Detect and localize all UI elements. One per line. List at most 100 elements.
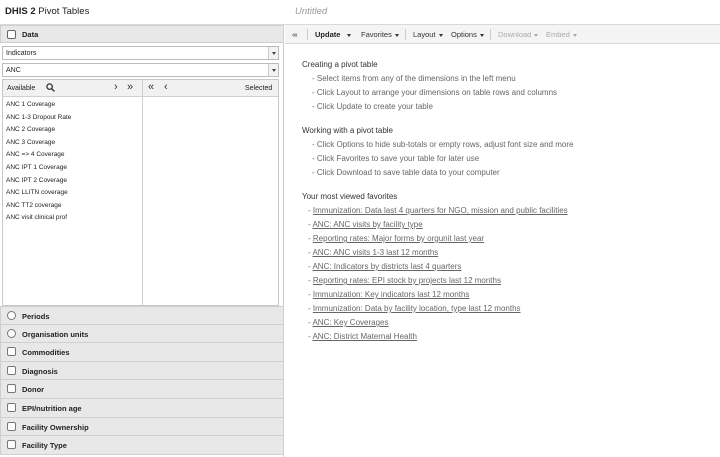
move-all-right-button[interactable]: » bbox=[127, 81, 133, 94]
options-menu[interactable]: Options bbox=[451, 30, 484, 39]
group-value: ANC bbox=[6, 67, 21, 74]
help-item: - Click Favorites to save your table for… bbox=[312, 154, 480, 163]
favorite-link[interactable]: ANC: ANC visits by facility type bbox=[312, 220, 422, 229]
data-type-value: Indicators bbox=[6, 50, 37, 57]
chevron-down-icon[interactable] bbox=[268, 47, 278, 59]
document-title: Untitled bbox=[295, 6, 328, 17]
help-item: - Click Layout to arrange your dimension… bbox=[312, 88, 558, 97]
favorite-link[interactable]: ANC: ANC visits 1-3 last 12 months bbox=[312, 248, 438, 257]
dimension-icon bbox=[7, 402, 16, 412]
dimension-list: Periods Organisation units Commodities Diag… bbox=[0, 306, 284, 455]
dimension-icon bbox=[7, 440, 16, 450]
help-item: - Click Update to create your table bbox=[312, 102, 433, 111]
dimension-label: Periods bbox=[22, 312, 50, 321]
caret-down-icon bbox=[347, 33, 351, 37]
list-item[interactable]: ANC TT2 coverage bbox=[6, 200, 140, 213]
data-icon bbox=[7, 30, 16, 39]
layout-menu[interactable]: Layout bbox=[413, 30, 443, 39]
list-item[interactable]: ANC IPT 2 Coverage bbox=[6, 175, 140, 188]
dimension-header[interactable]: Diagnosis bbox=[0, 361, 284, 381]
header-bar: DHIS 2 Pivot Tables Untitled bbox=[0, 0, 720, 25]
dimension-header[interactable]: Donor bbox=[0, 380, 284, 399]
dual-list-selector: Available › » « ‹ Selected ANC 1 Coverag… bbox=[2, 79, 279, 306]
favorite-item: - ANC: Indicators by districts last 4 qu… bbox=[308, 262, 462, 271]
welcome-content: Creating a pivot table - Select items fr… bbox=[302, 60, 712, 346]
favorite-item: - ANC: ANC visits by facility type bbox=[308, 220, 423, 229]
caret-down-icon bbox=[394, 33, 399, 37]
caret-down-icon bbox=[438, 33, 443, 37]
dimension-header[interactable]: Periods bbox=[0, 306, 284, 325]
favorite-item: - Immunization: Key indicators last 12 m… bbox=[308, 290, 470, 299]
dimension-header[interactable]: Organisation units bbox=[0, 324, 284, 344]
embed-menu[interactable]: Embed bbox=[546, 30, 577, 39]
list-item[interactable]: ANC LLITN coverage bbox=[6, 187, 140, 200]
favorite-item: - Reporting rates: Major forms by orguni… bbox=[308, 234, 485, 243]
left-panel: Data Indicators ANC Available › » « ‹ Se… bbox=[0, 25, 284, 457]
update-menu-caret[interactable] bbox=[344, 30, 351, 39]
dimension-header[interactable]: Commodities bbox=[0, 343, 284, 362]
dimension-label: Diagnosis bbox=[22, 366, 58, 376]
dimension-icon bbox=[7, 365, 16, 375]
chevron-down-icon[interactable] bbox=[268, 64, 278, 76]
caret-down-icon bbox=[534, 33, 539, 37]
data-panel-header[interactable]: Data bbox=[0, 25, 284, 43]
available-list: ANC 1 Coverage ANC 1-3 Dropout Rate ANC 2 … bbox=[6, 99, 140, 225]
download-menu[interactable]: Download bbox=[498, 30, 539, 39]
section-title: Working with a pivot table bbox=[302, 126, 394, 135]
data-type-select[interactable]: Indicators bbox=[2, 46, 279, 60]
favorite-item: - Immunization: Data last 4 quarters for… bbox=[308, 206, 568, 215]
app-title: DHIS 2 Pivot Tables bbox=[5, 6, 90, 17]
update-button[interactable]: Update bbox=[315, 30, 340, 39]
list-item[interactable]: ANC 1 Coverage bbox=[6, 99, 140, 112]
favorite-link[interactable]: ANC: Key Coverages bbox=[312, 318, 388, 327]
data-panel-title: Data bbox=[22, 30, 39, 39]
dimension-header[interactable]: EPI/nutrition age bbox=[0, 398, 284, 418]
favorite-item: - ANC: ANC visits 1-3 last 12 months bbox=[308, 248, 439, 257]
dimension-label: Facility Ownership bbox=[22, 422, 89, 432]
dimension-label: Facility Type bbox=[22, 441, 67, 451]
move-left-button[interactable]: ‹ bbox=[164, 81, 168, 94]
list-item[interactable]: ANC 3 Coverage bbox=[6, 137, 140, 150]
list-item[interactable]: ANC 2 Coverage bbox=[6, 124, 140, 137]
toolbar-separator bbox=[405, 29, 406, 40]
collapse-panel-button[interactable]: «‹ bbox=[292, 30, 298, 39]
favorite-item: - ANC: District Maternal Health bbox=[308, 332, 417, 341]
help-item: - Select items from any of the dimension… bbox=[312, 74, 516, 83]
help-item: - Click Download to save table data to y… bbox=[312, 168, 500, 177]
toolbar-separator bbox=[307, 29, 308, 40]
available-label: Available bbox=[7, 85, 36, 92]
dual-list-header: Available › » « ‹ Selected bbox=[3, 80, 278, 97]
favorite-link[interactable]: Immunization: Data last 4 quarters for N… bbox=[313, 206, 568, 215]
search-icon[interactable] bbox=[46, 83, 55, 92]
dimension-label: Donor bbox=[22, 385, 45, 395]
move-right-button[interactable]: › bbox=[114, 81, 118, 94]
dimension-header[interactable]: Facility Ownership bbox=[0, 417, 284, 437]
dimension-icon bbox=[7, 384, 16, 394]
org-unit-icon bbox=[7, 328, 16, 338]
favorite-item: - Immunization: Data by facility locatio… bbox=[308, 304, 521, 313]
list-item[interactable]: ANC visit clinical prof bbox=[6, 212, 140, 225]
toolbar-separator bbox=[490, 29, 491, 40]
list-divider bbox=[142, 80, 143, 305]
favorite-link[interactable]: Reporting rates: Major forms by orgunit … bbox=[313, 234, 484, 243]
list-item[interactable]: ANC 1-3 Dropout Rate bbox=[6, 112, 140, 125]
caret-down-icon bbox=[572, 33, 577, 37]
group-select[interactable]: ANC bbox=[2, 63, 279, 77]
favorite-link[interactable]: Immunization: Key indicators last 12 mon… bbox=[313, 290, 470, 299]
toolbar: «‹ Update Favorites Layout Options Downl… bbox=[285, 25, 720, 44]
favorite-item: - ANC: Key Coverages bbox=[308, 318, 389, 327]
favorites-menu[interactable]: Favorites bbox=[361, 30, 399, 39]
favorite-link[interactable]: Immunization: Data by facility location,… bbox=[313, 304, 521, 313]
list-item[interactable]: ANC IPT 1 Coverage bbox=[6, 162, 140, 175]
selected-label: Selected bbox=[245, 85, 273, 92]
list-item[interactable]: ANC => 4 Coverage bbox=[6, 149, 140, 162]
dimension-header[interactable]: Facility Type bbox=[0, 436, 284, 455]
section-title: Creating a pivot table bbox=[302, 60, 378, 69]
favorite-link[interactable]: Reporting rates: EPI stock by projects l… bbox=[313, 276, 501, 285]
favorite-link[interactable]: ANC: Indicators by districts last 4 quar… bbox=[312, 262, 461, 271]
dimension-icon bbox=[7, 421, 16, 431]
favorite-link[interactable]: ANC: District Maternal Health bbox=[312, 332, 416, 341]
move-all-left-button[interactable]: « bbox=[148, 81, 154, 94]
help-item: - Click Options to hide sub-totals or em… bbox=[312, 140, 574, 149]
dimension-label: EPI/nutrition age bbox=[22, 403, 82, 413]
